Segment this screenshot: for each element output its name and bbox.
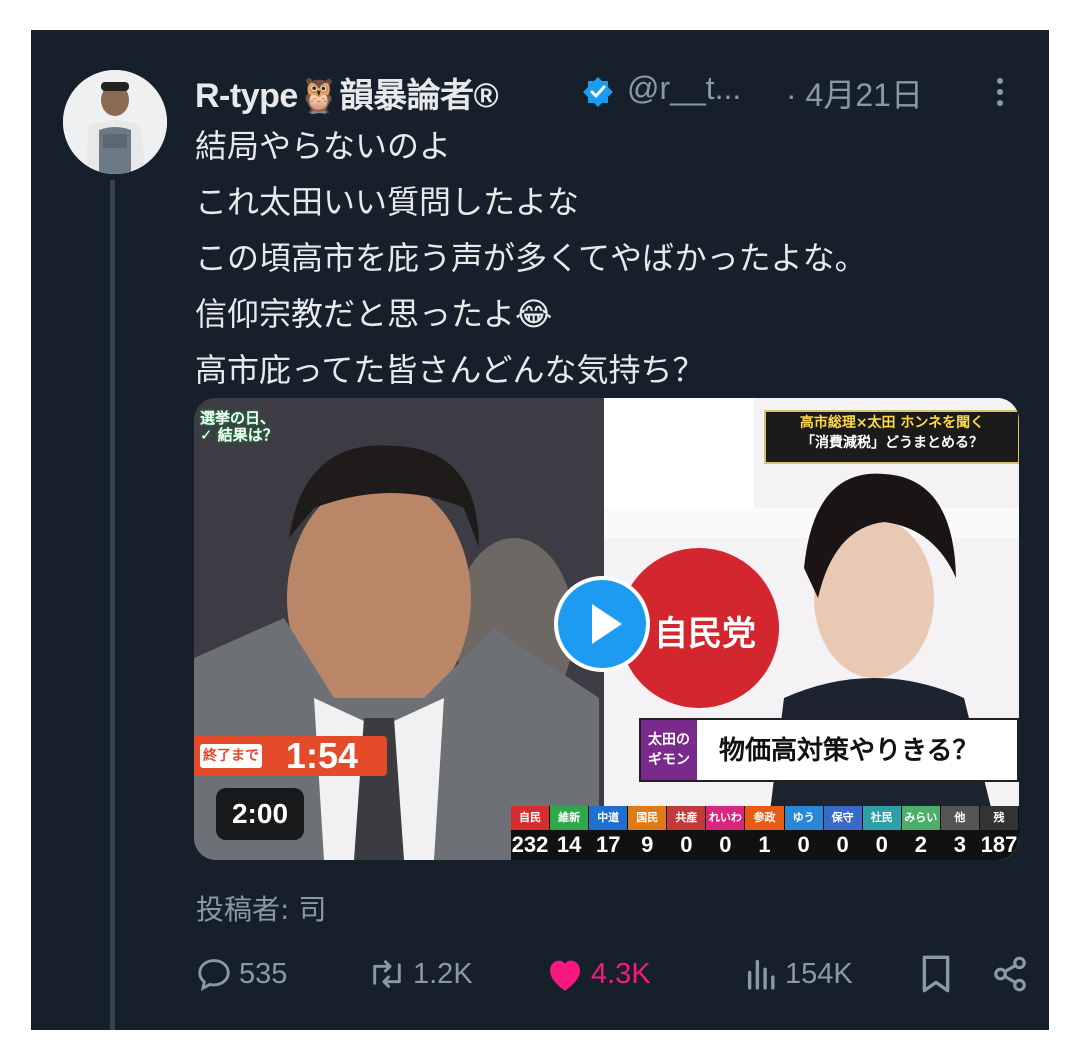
seat-count: 9 — [628, 830, 667, 860]
party-name: 他 — [940, 806, 979, 830]
party-name: 国民 — [628, 806, 667, 830]
tweet-line: 信仰宗教だと思ったよ😂 — [195, 295, 553, 333]
tweet-line: 高市庇ってた皆さんどんな気持ち？ — [195, 351, 705, 389]
display-name[interactable]: R-type🦉韻暴論者® — [195, 68, 499, 117]
tweet-card[interactable]: R-type🦉韻暴論者® @r__t... · 4月21日 結局やらないのよ こ… — [31, 30, 1049, 1030]
bookmark-icon — [922, 955, 950, 993]
party-name: 維新 — [550, 806, 589, 830]
seat-count: 17 — [589, 830, 628, 860]
party-name: みらい — [901, 806, 940, 830]
seat-count: 0 — [823, 830, 862, 860]
party-name: 自民 — [511, 806, 550, 830]
seat-cell: 国民 9 — [628, 806, 668, 860]
play-icon — [592, 604, 622, 644]
countdown-label: 終了まで — [200, 744, 262, 768]
countdown-banner: 終了まで 1:54 — [194, 735, 387, 776]
repost-count: 1.2K — [413, 957, 473, 990]
seat-cell: 自民 232 — [511, 806, 551, 860]
seat-cell: ゆう 0 — [784, 806, 824, 860]
party-name: 共産 — [667, 806, 706, 830]
seat-count: 0 — [706, 830, 745, 860]
bookmark-button[interactable] — [919, 950, 953, 998]
question-text: 物価高対策やりきる？ — [719, 736, 979, 766]
user-handle[interactable]: @r__t... — [627, 70, 741, 107]
seat-count: 1 — [745, 830, 784, 860]
party-name: 保守 — [823, 806, 862, 830]
video-duration: 2:00 — [216, 788, 304, 840]
seat-cell: 残 187 — [979, 806, 1019, 860]
headline-banner: 高市総理×太田 ホンネを聞く 「消費減税」どうまとめる？ — [764, 410, 1019, 464]
more-options-icon[interactable] — [990, 74, 1010, 110]
seat-cell: 維新 14 — [550, 806, 590, 860]
views-icon — [747, 959, 775, 990]
seat-count: 2 — [901, 830, 940, 860]
reply-button[interactable]: 535 — [195, 950, 287, 998]
seat-count: 232 — [511, 830, 550, 860]
party-name: ゆう — [784, 806, 823, 830]
heart-icon — [550, 960, 580, 991]
party-name: 残 — [979, 806, 1019, 830]
seat-cell: 参政 1 — [745, 806, 785, 860]
seat-tally: 自民 232 維新 14 中道 17 国民 9 共産 0 れいわ 0 参政 1 ゆう 0 保守 0 社民 0 みらい 2 他… — [511, 806, 1019, 860]
tweet-text: 結局やらないのよ これ太田いい質問したよな この頃高市を庇う声が多くてやばかった… — [195, 118, 1025, 398]
verified-badge-icon — [582, 76, 614, 108]
avatar[interactable] — [63, 70, 167, 174]
seat-cell: れいわ 0 — [706, 806, 746, 860]
party-name: 中道 — [589, 806, 628, 830]
repost-icon — [373, 960, 401, 988]
play-button[interactable] — [554, 576, 650, 672]
seat-count: 0 — [667, 830, 706, 860]
question-badge: 太田の ギモン — [641, 720, 697, 780]
views-count: 154K — [785, 957, 853, 990]
seat-cell: 他3 — [940, 806, 980, 860]
seat-count: 14 — [550, 830, 589, 860]
repost-button[interactable]: 1.2K — [367, 950, 473, 998]
seat-cell: みらい 2 — [901, 806, 941, 860]
seat-cell: 中道 17 — [589, 806, 629, 860]
action-bar: 535 1.2K 4.3K 154K — [195, 950, 1026, 1002]
reply-icon — [198, 959, 230, 992]
party-name: れいわ — [706, 806, 745, 830]
party-name: 社民 — [862, 806, 901, 830]
tweet-line: 結局やらないのよ — [195, 127, 452, 165]
thread-line — [110, 180, 115, 1030]
reply-count: 535 — [239, 957, 288, 990]
like-button[interactable]: 4.3K — [545, 950, 651, 998]
seat-cell: 社民 0 — [862, 806, 902, 860]
tweet-header: R-type🦉韻暴論者® @r__t... · 4月21日 — [195, 68, 1015, 116]
posted-by[interactable]: 投稿者: 司 — [196, 888, 326, 928]
seat-count: 187 — [979, 830, 1019, 860]
tweet-line: これ太田いい質問したよな — [195, 183, 580, 221]
corner-tag: 選挙の日、 ✓ 結果は？ — [200, 409, 278, 444]
share-button[interactable] — [991, 950, 1029, 998]
seat-cell: 保守 0 — [823, 806, 863, 860]
party-name: 参政 — [745, 806, 784, 830]
seat-cell: 共産 0 — [667, 806, 707, 860]
video-thumbnail[interactable]: 選挙の日、 ✓ 結果は？ 終了まで 1:54 高市総理×太田 ホンネを聞く 「消… — [194, 398, 1019, 860]
countdown-value: 1:54 — [286, 735, 359, 776]
like-count: 4.3K — [591, 957, 651, 990]
seat-count: 0 — [862, 830, 901, 860]
tweet-line: この頃高市を庇う声が多くてやばかったよな。 — [195, 239, 867, 277]
seat-count: 3 — [940, 830, 979, 860]
views-button[interactable]: 154K — [745, 950, 853, 998]
share-icon — [994, 956, 1026, 992]
question-banner: 太田の ギモン 物価高対策やりきる？ — [639, 718, 1019, 782]
party-logo: 自民党 — [654, 614, 756, 654]
tweet-date[interactable]: · 4月21日 — [786, 70, 923, 116]
seat-count: 0 — [784, 830, 823, 860]
